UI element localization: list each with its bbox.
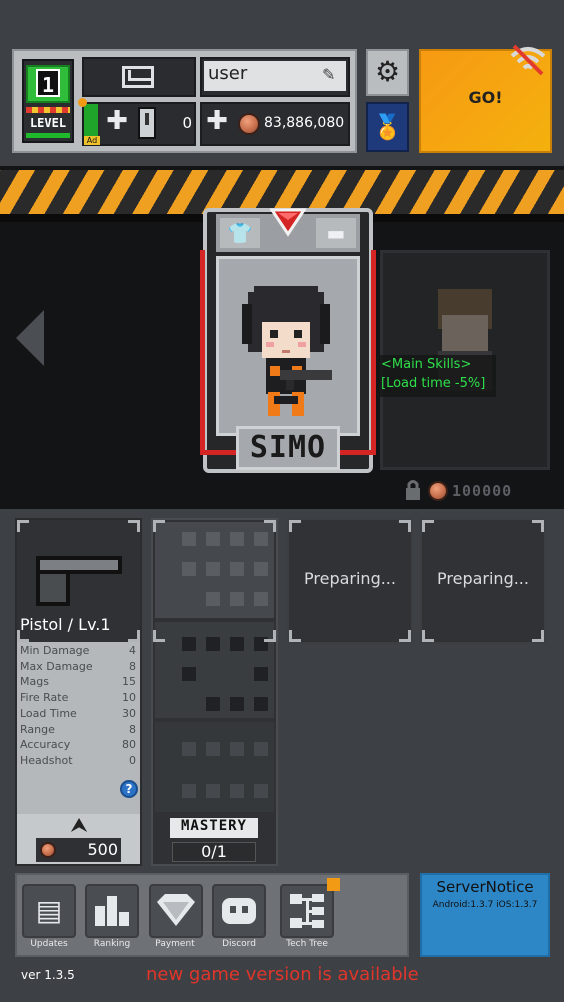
character-name: SIMO	[249, 430, 327, 465]
panel-corner	[399, 520, 411, 532]
mastery-grid	[155, 522, 274, 812]
stat-label: Min Damage	[20, 644, 90, 657]
panel-corner	[128, 520, 140, 532]
panel-corner	[153, 630, 165, 642]
add-energy-button[interactable]: ✚	[104, 108, 130, 134]
server-versions: Android:1.3.7 iOS:1.3.7	[432, 900, 538, 910]
unlock-price: 100000	[452, 482, 513, 500]
stat-value: 8	[129, 722, 136, 736]
stat-value: 15	[122, 675, 136, 689]
help-icon[interactable]: ?	[120, 780, 138, 798]
stat-row: Fire Rate 10	[20, 691, 136, 707]
stat-value: 0	[129, 753, 136, 767]
panel-corner	[289, 520, 301, 532]
upgrade-price: 500	[87, 840, 118, 859]
mastery-label: MASTERY	[180, 818, 247, 834]
ranking-label: Ranking	[93, 939, 131, 949]
discord-label: Discord	[222, 939, 256, 949]
stat-value: 4	[129, 644, 136, 657]
costume-tab-icon[interactable]: 👕	[220, 218, 260, 248]
stat-row: Accuracy 80	[20, 738, 136, 754]
pistol-icon	[36, 556, 122, 606]
upgrade-arrow-icon: ⮝	[71, 815, 87, 836]
player-name: user	[208, 63, 248, 84]
stat-label: Load Time	[20, 706, 77, 720]
panel-corner	[399, 630, 411, 642]
stat-value: 80	[122, 738, 136, 752]
energy-count: 0	[182, 114, 192, 132]
tech-tree-icon	[290, 894, 324, 928]
stat-value: 10	[122, 691, 136, 705]
slot-4-label: Preparing...	[437, 569, 529, 588]
stat-label: Accuracy	[20, 738, 71, 752]
discord-icon	[222, 898, 256, 924]
stat-label: Range	[20, 722, 55, 736]
stat-row: Mags 15	[20, 675, 136, 691]
go-label: GO!	[468, 88, 503, 107]
panel-corner	[532, 630, 544, 642]
updates-label: Updates	[30, 939, 68, 949]
stat-row: Max Damage 8	[20, 660, 136, 676]
energy-icon	[138, 107, 156, 139]
stat-label: Mags	[20, 675, 49, 689]
ad-label: Ad	[84, 136, 100, 145]
character-portrait	[242, 286, 332, 416]
stat-value: 8	[129, 659, 136, 673]
upgrade-coin-icon	[40, 842, 56, 858]
server-notice-title: ServerNotice	[436, 878, 534, 896]
stat-row: Range 8	[20, 723, 136, 739]
stat-label: Headshot	[20, 753, 73, 767]
unlock-coin-icon	[428, 481, 448, 501]
panel-corner	[17, 630, 29, 642]
mastery-count: 0/1	[201, 842, 227, 861]
level-label: LEVEL	[29, 116, 67, 130]
edit-name-icon[interactable]: ✎	[322, 66, 340, 84]
app-version: ver 1.3.5	[21, 968, 75, 982]
panel-corner	[264, 520, 276, 532]
xp-bar	[26, 133, 70, 138]
stat-row: Headshot 0	[20, 754, 136, 770]
panel-corner	[422, 630, 434, 642]
panel-corner	[153, 520, 165, 532]
stat-value: 30	[122, 706, 136, 720]
diamond-icon	[157, 894, 195, 926]
panel-corner	[532, 520, 544, 532]
medal-icon: 🏅	[372, 113, 403, 141]
gear-icon: ⚙	[374, 55, 401, 88]
panel-corner	[128, 630, 140, 642]
stat-row: Min Damage 4	[20, 644, 136, 660]
player-level: 1	[36, 69, 60, 97]
ranking-icon	[95, 896, 129, 926]
game-screen: 1 LEVEL user ✎ Ad ✚ 0 ✚ 83,886,080 ⚙ 🏅 G…	[0, 0, 564, 1002]
panel-corner	[422, 520, 434, 532]
skill-title: <Main Skills>	[381, 357, 472, 372]
stat-label: Max Damage	[20, 659, 93, 673]
selected-gem-icon	[270, 208, 306, 237]
stat-row: Load Time 30	[20, 707, 136, 723]
weapon-tab-icon[interactable]: ▬	[316, 218, 356, 248]
update-available-message[interactable]: new game version is available	[146, 964, 419, 985]
tech-tree-label: Tech Tree	[286, 939, 328, 949]
panel-corner	[17, 520, 29, 532]
weapon-title: Pistol / Lv.1	[20, 615, 111, 634]
coin-count: 83,886,080	[264, 115, 345, 131]
lock-icon	[406, 480, 420, 500]
panel-corner	[289, 630, 301, 642]
news-icon: ▤	[35, 894, 63, 927]
slot-3-label: Preparing...	[304, 569, 396, 588]
skill-description: [Load time -5%]	[381, 376, 486, 391]
payment-label: Payment	[155, 939, 195, 949]
previous-character-arrow[interactable]	[16, 310, 44, 366]
add-coins-button[interactable]: ✚	[204, 108, 230, 134]
no-connection-icon	[510, 44, 546, 76]
mail-icon	[122, 66, 154, 88]
stat-label: Fire Rate	[20, 691, 69, 705]
panel-corner	[264, 630, 276, 642]
skill-tooltip: <Main Skills> [Load time -5%]	[378, 355, 496, 397]
tech-tree-notification-dot	[327, 878, 340, 891]
coin-icon	[238, 113, 260, 135]
notification-dot	[78, 98, 87, 107]
level-stripe	[26, 107, 70, 113]
